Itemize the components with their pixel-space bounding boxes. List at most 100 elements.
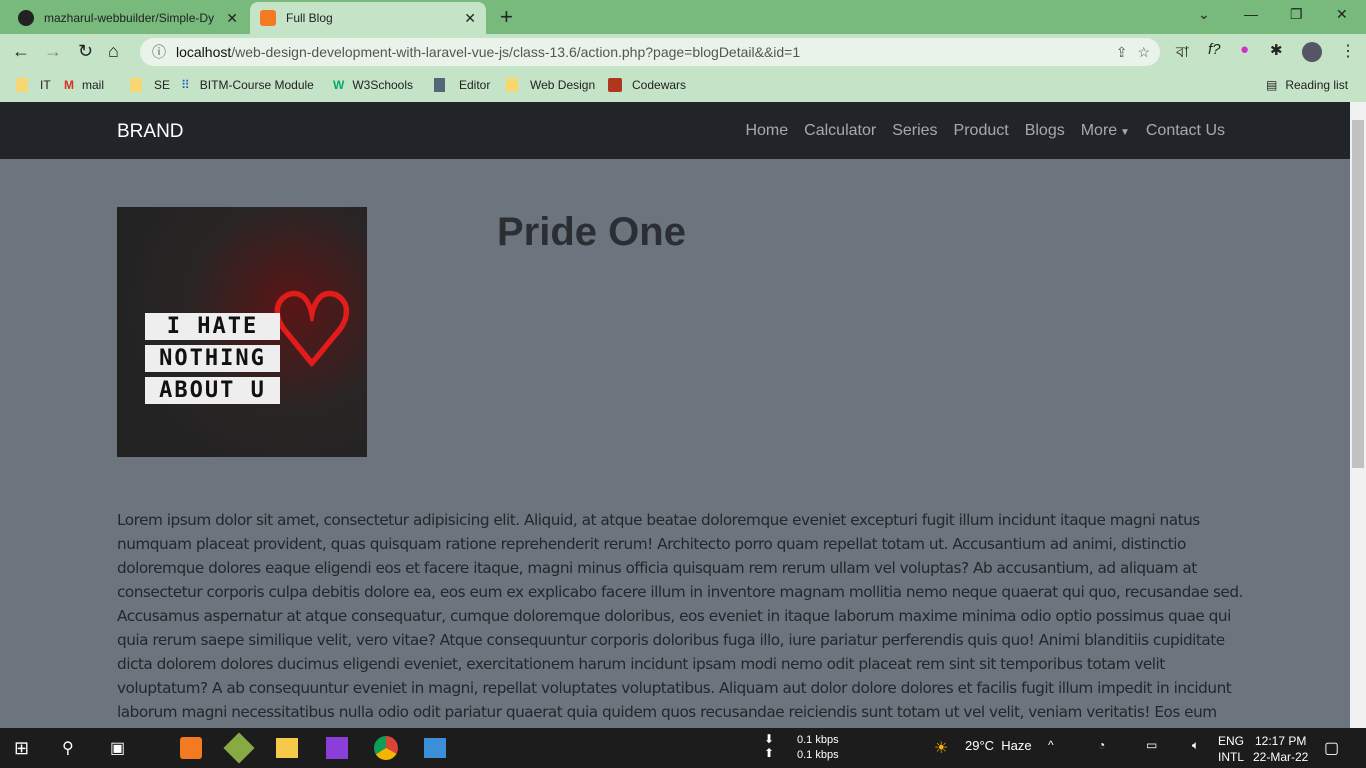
gmail-icon: M [64,78,74,92]
nav-product[interactable]: Product [954,122,1009,140]
tray-chevron-icon[interactable]: ^ [1048,738,1054,752]
phpstorm-icon[interactable] [326,737,348,759]
bookmark-web-design[interactable]: Web Design [506,78,595,92]
blog-title: Pride One [497,210,686,254]
neon-heart: ♡ [266,274,359,389]
bookmark-label: SE [154,78,171,92]
weather-icon[interactable]: ☀ [934,738,948,758]
back-icon[interactable]: ← [12,41,30,62]
folder-icon [130,78,142,92]
extension-font-icon[interactable]: f? [1208,41,1221,58]
info-icon: ⓘ [152,44,166,60]
notifications-icon[interactable]: ▢ [1324,738,1339,758]
scrollbar[interactable] [1350,102,1366,728]
extensions-icon[interactable]: ✱ [1270,41,1283,59]
bookmark-star-icon[interactable]: ☆ [1137,44,1150,61]
tab-title: Full Blog [286,11,333,25]
url-path: /web-design-development-with-laravel-vue… [231,44,801,60]
body-line: laborum magni necessitatibus nulla odio … [117,703,1217,721]
codewars-icon [608,78,622,92]
bookmark-label: mail [82,78,105,92]
caret-down-icon: ▼ [1117,127,1130,138]
bookmark-label: BITM-Course Module [199,78,314,92]
address-bar[interactable]: ⓘ localhost/web-design-development-with-l… [140,38,1160,66]
close-window-button[interactable]: ✕ [1336,6,1348,23]
minimize-button[interactable]: — [1244,6,1258,22]
photos-icon[interactable] [424,738,446,758]
nav-home[interactable]: Home [745,122,788,140]
menu-icon[interactable]: ⋮ [1340,41,1356,61]
extension-color-icon[interactable]: ● [1240,41,1249,58]
body-line: consectetur corporis culpa debitis dolor… [117,583,1243,601]
clock[interactable]: 12:17 PM 22-Mar-22 [1253,733,1308,765]
lightbox-line: NOTHING [145,345,280,372]
windows-start-icon[interactable]: ⊞ [14,738,29,759]
lightbox-line: ABOUT U [145,377,280,404]
weather-widget[interactable]: 29°C Haze [965,738,1032,753]
profile-avatar[interactable] [1302,42,1322,62]
xampp-app-icon[interactable] [180,737,202,759]
network-speed-icon: ⬇ ⬆ [764,732,775,760]
body-line: Accusamus aspernatur at atque consequatu… [117,607,1231,625]
body-line: quia rerum saepe similique velit, vero v… [117,631,1225,649]
weather-desc: Haze [1001,738,1032,753]
tab-strip: mazharul-webbuilder/Simple-Dy ✕ Full Blog… [0,0,1366,34]
bookmark-bitm[interactable]: ⠿ BITM-Course Module [181,78,314,92]
language-indicator[interactable]: ENG INTL [1218,733,1244,765]
github-icon [18,10,34,26]
tab-title: mazharul-webbuilder/Simple-Dy [44,11,215,25]
tab-github[interactable]: mazharul-webbuilder/Simple-Dy ✕ [8,2,248,34]
nav-calculator[interactable]: Calculator [804,122,876,140]
folder-icon [506,78,518,92]
task-view-icon[interactable]: ▣ [110,738,125,758]
body-line: voluptatum? A ab consequuntur eveniet in… [117,679,1232,697]
extension-bangla-icon[interactable]: বা [1176,41,1189,66]
home-icon[interactable]: ⌂ [108,41,119,62]
share-icon[interactable]: ⇪ [1116,44,1128,61]
body-line: numquam placeat provident, quas quisquam… [117,535,1186,553]
nav-more-dropdown[interactable]: More ▼ [1081,122,1130,140]
reading-list-label: Reading list [1285,78,1349,92]
bookmark-it[interactable]: IT [16,78,51,92]
search-icon[interactable]: ⚲ [62,738,74,758]
url-host: localhost [176,44,232,60]
chrome-icon[interactable] [374,736,398,760]
file-explorer-icon[interactable] [276,738,298,758]
forward-icon[interactable]: → [44,41,62,62]
bookmark-label: IT [40,78,51,92]
battery-icon[interactable]: ▭ [1146,738,1157,752]
new-tab-button[interactable]: + [500,4,513,30]
close-tab-icon[interactable]: ✕ [226,10,238,27]
bookmark-codewars[interactable]: Codewars [608,78,686,92]
blog-image: ♡ I HATE NOTHING ABOUT U [117,207,367,457]
git-app-icon[interactable] [223,732,255,764]
nav-series[interactable]: Series [892,122,937,140]
restore-button[interactable]: ❐ [1290,6,1303,23]
upload-speed: 0.1 kbps [797,749,839,761]
site-navbar: BRAND Home Calculator Series Product Blo… [0,102,1350,159]
editor-icon [434,78,445,92]
reading-list[interactable]: ▤ Reading list [1266,78,1348,92]
scrollbar-thumb[interactable] [1352,120,1364,468]
tab-search-icon[interactable]: ⌄ [1198,6,1210,23]
bookmark-se[interactable]: SE [130,78,170,92]
reload-icon[interactable]: ↻ [78,41,93,62]
wifi-icon[interactable]: ◔ [1098,738,1105,752]
volume-icon[interactable]: 🔈︎ [1192,738,1199,753]
reading-list-icon: ▤ [1266,78,1278,92]
bookmark-w3schools[interactable]: W W3Schools [333,78,413,92]
nav-contact[interactable]: Contact Us [1146,122,1225,140]
lightbox-line: I HATE [145,313,280,340]
body-line: Lorem ipsum dolor sit amet, consectetur … [117,511,1200,529]
tab-full-blog[interactable]: Full Blog ✕ [250,2,486,34]
network-speed: 0.1 kbps 0.1 kbps [797,733,839,763]
folder-icon [16,78,28,92]
close-tab-icon[interactable]: ✕ [464,10,476,27]
bitm-icon: ⠿ [181,78,190,92]
temperature: 29°C [965,738,995,753]
bookmark-mail[interactable]: Mmail [64,78,104,92]
nav-blogs[interactable]: Blogs [1025,122,1065,140]
bookmark-label: Web Design [530,78,596,92]
brand-logo[interactable]: BRAND [117,121,184,143]
bookmark-editor[interactable]: Editor [434,78,490,92]
